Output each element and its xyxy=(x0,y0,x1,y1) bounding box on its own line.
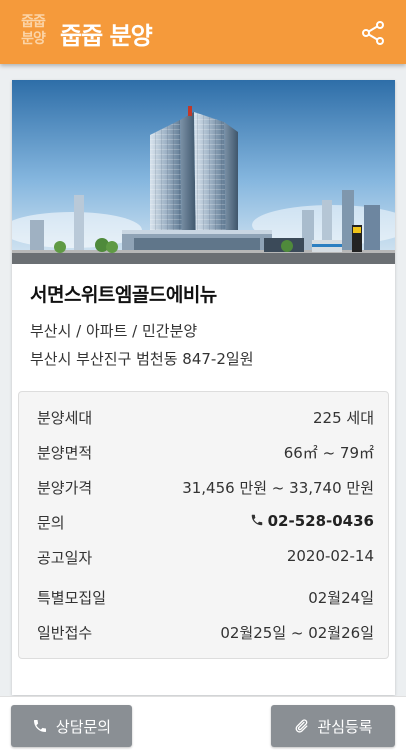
favorite-button[interactable]: 관심등록 xyxy=(271,705,395,747)
property-image xyxy=(12,80,395,264)
info-row-special-date: 특별모집일 02월24일 xyxy=(19,585,390,609)
app-title: 줍줍 분양 xyxy=(60,22,153,50)
bottom-action-bar: 상담문의 관심등록 xyxy=(0,696,406,750)
info-row-price: 분양가격 31,456 만원 ~ 33,740 만원 xyxy=(19,475,390,499)
info-label: 특별모집일 xyxy=(37,589,107,607)
phone-number: 02-528-0436 xyxy=(267,512,374,530)
consult-button[interactable]: 상담문의 xyxy=(11,705,132,747)
phone-icon xyxy=(251,514,262,526)
info-value: 225 세대 xyxy=(313,409,374,427)
contact-phone-link[interactable]: 02-528-0436 xyxy=(250,512,374,530)
info-label: 일반접수 xyxy=(37,624,93,642)
building-illustration xyxy=(12,80,395,264)
info-label: 분양가격 xyxy=(37,479,93,497)
info-value: 02월25일 ~ 02월26일 xyxy=(220,624,374,642)
info-label: 분양세대 xyxy=(37,409,93,427)
info-label: 분양면적 xyxy=(37,444,93,462)
info-row-area: 분양면적 66㎡ ~ 79㎡ xyxy=(19,440,390,464)
info-label: 문의 xyxy=(37,514,65,532)
logo-line2: 분양 xyxy=(21,31,46,47)
logo-line1: 줍줍 xyxy=(21,14,46,30)
info-value: 02월24일 xyxy=(308,589,374,607)
info-value: 31,456 만원 ~ 33,740 만원 xyxy=(182,479,374,497)
phone-icon xyxy=(33,720,46,732)
info-value: 66㎡ ~ 79㎡ xyxy=(283,444,374,462)
info-row-notice-date: 공고일자 2020-02-14 xyxy=(19,545,390,569)
app-bar: 줍줍 분양 줍줍 분양 xyxy=(0,0,406,64)
info-value: 2020-02-14 xyxy=(286,547,374,565)
info-table: 분양세대 225 세대 분양면적 66㎡ ~ 79㎡ 분양가격 31,456 만… xyxy=(18,391,389,659)
favorite-button-label: 관심등록 xyxy=(317,717,373,736)
info-row-contact[interactable]: 문의 02-528-0436 xyxy=(19,510,390,534)
paperclip-icon xyxy=(295,719,308,733)
app-logo: 줍줍 분양 xyxy=(18,11,48,51)
share-button[interactable] xyxy=(360,20,386,46)
property-address: 부산시 부산진구 범천동 847-2일원 xyxy=(30,350,254,368)
property-card: 서면스위트엠골드에비뉴 부산시 / 아파트 / 민간분양 부산시 부산진구 범천… xyxy=(12,80,395,695)
info-label: 공고일자 xyxy=(37,549,93,567)
property-name: 서면스위트엠골드에비뉴 xyxy=(30,284,217,306)
property-category: 부산시 / 아파트 / 민간분양 xyxy=(30,322,198,340)
consult-button-label: 상담문의 xyxy=(55,717,112,736)
info-row-units: 분양세대 225 세대 xyxy=(19,405,390,429)
share-icon xyxy=(362,21,384,45)
info-row-general-date: 일반접수 02월25일 ~ 02월26일 xyxy=(19,620,390,644)
